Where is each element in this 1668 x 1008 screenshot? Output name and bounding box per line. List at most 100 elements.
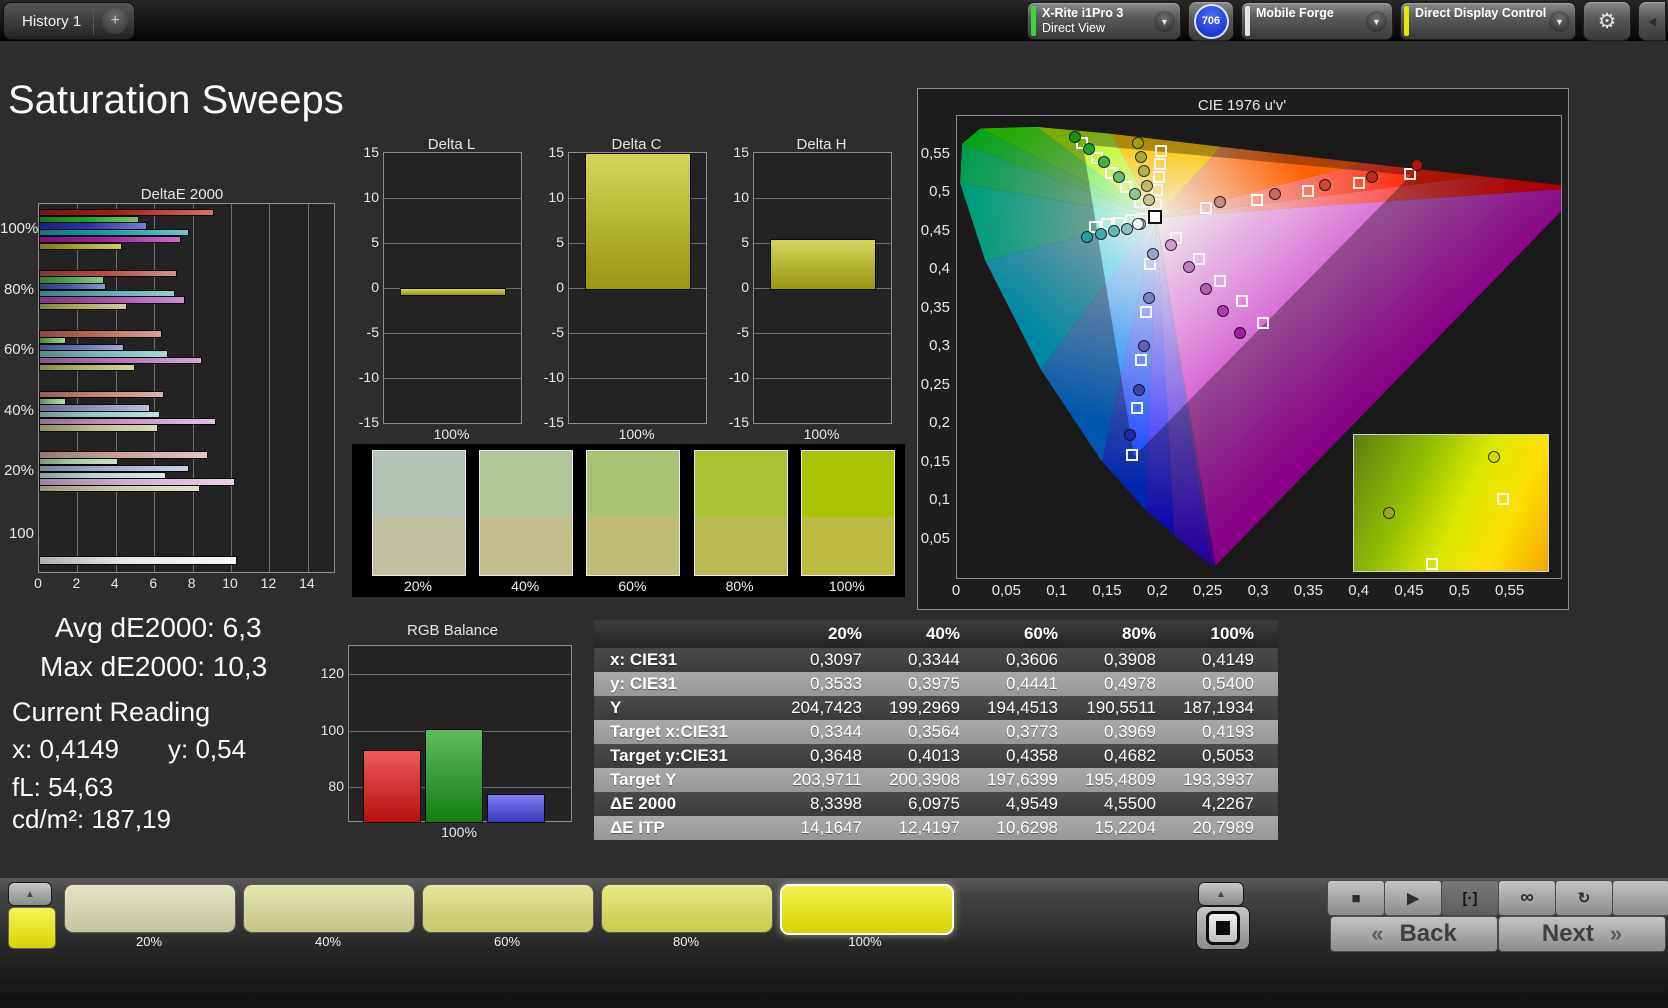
delta-chart-title: Delta L (373, 136, 530, 153)
delta-bar (585, 153, 691, 290)
back-button[interactable]: « Back (1330, 916, 1498, 952)
settings-button[interactable]: ⚙ (1583, 1, 1631, 41)
rgb-bar-green (425, 729, 483, 823)
cie-y-tick: 0,2 (904, 414, 950, 431)
cie-x-tick: 0,35 (1288, 582, 1328, 599)
table-row: Target Y203,9711200,3908197,6399195,4809… (594, 768, 1278, 792)
single-measure-button[interactable]: [·] (1441, 880, 1499, 916)
saturation-swatch-80%[interactable] (601, 884, 773, 933)
table-cell: 10,6298 (972, 816, 1070, 840)
patch-frame-icon (1206, 911, 1240, 945)
scroll-up-left-button[interactable]: ▲ (8, 882, 52, 906)
collapse-panel-button[interactable]: ◀ (1638, 1, 1666, 41)
chevron-down-icon[interactable]: ▼ (1154, 11, 1175, 32)
delta-y-tick: -15 (526, 414, 564, 430)
rgb-bar-red (363, 750, 421, 823)
next-button[interactable]: Next » (1498, 916, 1666, 952)
cie-target-marker (1135, 354, 1147, 366)
stop-button[interactable]: ■ (1327, 880, 1385, 916)
table-header-cell: 60% (972, 620, 1070, 648)
top-bar: History 1 + X-Rite i1Pro 3 Direct View ▼… (0, 0, 1668, 41)
cie-target-marker (1200, 202, 1212, 214)
cie-target-marker (1131, 402, 1143, 414)
table-row-label: Target x:CIE31 (594, 720, 776, 744)
cie-y-tick: 0,55 (904, 145, 950, 162)
display-control-dropdown[interactable]: Direct Display Control ▼ (1400, 2, 1576, 40)
cie-measured-marker (1147, 248, 1159, 260)
delta-y-tick: -10 (341, 369, 379, 385)
cie-target-marker (1214, 275, 1226, 287)
deltae-bar (39, 556, 237, 565)
extra-button[interactable] (1612, 880, 1668, 916)
table-cell: 0,3975 (874, 672, 972, 696)
cie-x-tick: 0,15 (1087, 582, 1127, 599)
cie-chart-title: CIE 1976 u'v' (918, 97, 1566, 114)
cie-measured-marker (1132, 218, 1144, 230)
calman-app-window: History 1 + X-Rite i1Pro 3 Direct View ▼… (0, 0, 1668, 1008)
chevron-up-icon: ▲ (25, 889, 35, 900)
refresh-button[interactable]: ↻ (1555, 880, 1613, 916)
cie-inset-marker (1426, 558, 1438, 570)
gridline (384, 198, 521, 199)
deltae-x-tick: 14 (293, 575, 321, 591)
cie-target-marker (1126, 449, 1138, 461)
cie-inset-marker (1488, 451, 1500, 463)
meter-badge-button[interactable]: 706 (1188, 1, 1234, 41)
rgb-x-label: 100% (348, 824, 570, 840)
single-measure-icon: [·] (1463, 890, 1478, 907)
table-cell: 0,4013 (874, 744, 972, 768)
meter-dropdown[interactable]: X-Rite i1Pro 3 Direct View ▼ (1027, 2, 1181, 40)
cie-white-target-marker (1148, 210, 1162, 224)
gridline (231, 204, 232, 572)
swatch-target (694, 517, 788, 576)
delta-y-tick: 0 (711, 279, 749, 295)
deltae-chart-title: DeltaE 2000 (30, 186, 334, 203)
table-row: Target y:CIE310,36480,40130,43580,46820,… (594, 744, 1278, 768)
cie-measured-marker (1143, 194, 1155, 206)
refresh-icon: ↻ (1578, 889, 1591, 907)
scroll-up-right-button[interactable]: ▲ (1198, 882, 1244, 906)
saturation-swatch-20%[interactable] (64, 884, 236, 933)
max-de2000-value: Max dE2000: 10,3 (40, 651, 267, 683)
swatch-actual (694, 450, 788, 519)
meter-count-badge: 706 (1194, 4, 1229, 39)
table-cell: 0,4978 (1070, 672, 1168, 696)
cie-x-tick: 0,55 (1490, 582, 1530, 599)
continuous-loop-button[interactable]: ∞ (1498, 880, 1556, 916)
tab-history-1[interactable]: History 1 + (3, 2, 135, 40)
swatch-target (801, 517, 895, 576)
gridline (754, 333, 891, 334)
table-cell: 12,4197 (874, 816, 972, 840)
source-dropdown[interactable]: Mobile Forge ▼ (1241, 2, 1393, 40)
cie-target-marker (1251, 194, 1263, 206)
delta-y-tick: 10 (526, 189, 564, 205)
cie-x-tick: 0 (936, 582, 976, 599)
table-header-cell: 80% (1070, 620, 1168, 648)
cie-measured-marker (1411, 159, 1423, 171)
table-cell: 0,4682 (1070, 744, 1168, 768)
saturation-swatch-100%[interactable] (780, 884, 954, 935)
saturation-swatch-60%[interactable] (422, 884, 594, 933)
cie-target-marker (1144, 258, 1156, 270)
cie-inset-marker (1383, 507, 1395, 519)
gridline (154, 204, 155, 572)
rgb-bar-blue (487, 794, 545, 823)
delta-y-tick: 0 (526, 279, 564, 295)
delta-y-tick: 5 (526, 234, 564, 250)
chevron-down-icon[interactable]: ▼ (1366, 11, 1387, 32)
rgb-y-tick: 120 (314, 665, 344, 681)
swatch-actual (586, 450, 680, 519)
delta-y-tick: 5 (711, 234, 749, 250)
table-cell: 4,2267 (1168, 792, 1266, 816)
cie-x-tick: 0,25 (1188, 582, 1228, 599)
chevron-down-icon[interactable]: ▼ (1549, 11, 1570, 32)
add-tab-button[interactable]: + (102, 8, 128, 34)
saturation-swatch-40%[interactable] (243, 884, 415, 933)
play-button[interactable]: ▶ (1384, 880, 1442, 916)
table-cell: 0,4149 (1168, 648, 1266, 672)
table-row: ΔE ITP14,164712,419710,629815,220420,798… (594, 816, 1278, 840)
measure-patch-button[interactable] (1196, 906, 1250, 950)
table-cell: 20,7989 (1168, 816, 1266, 840)
table-cell: 0,4441 (972, 672, 1070, 696)
table-header-row: 20%40%60%80%100% (594, 620, 1278, 648)
